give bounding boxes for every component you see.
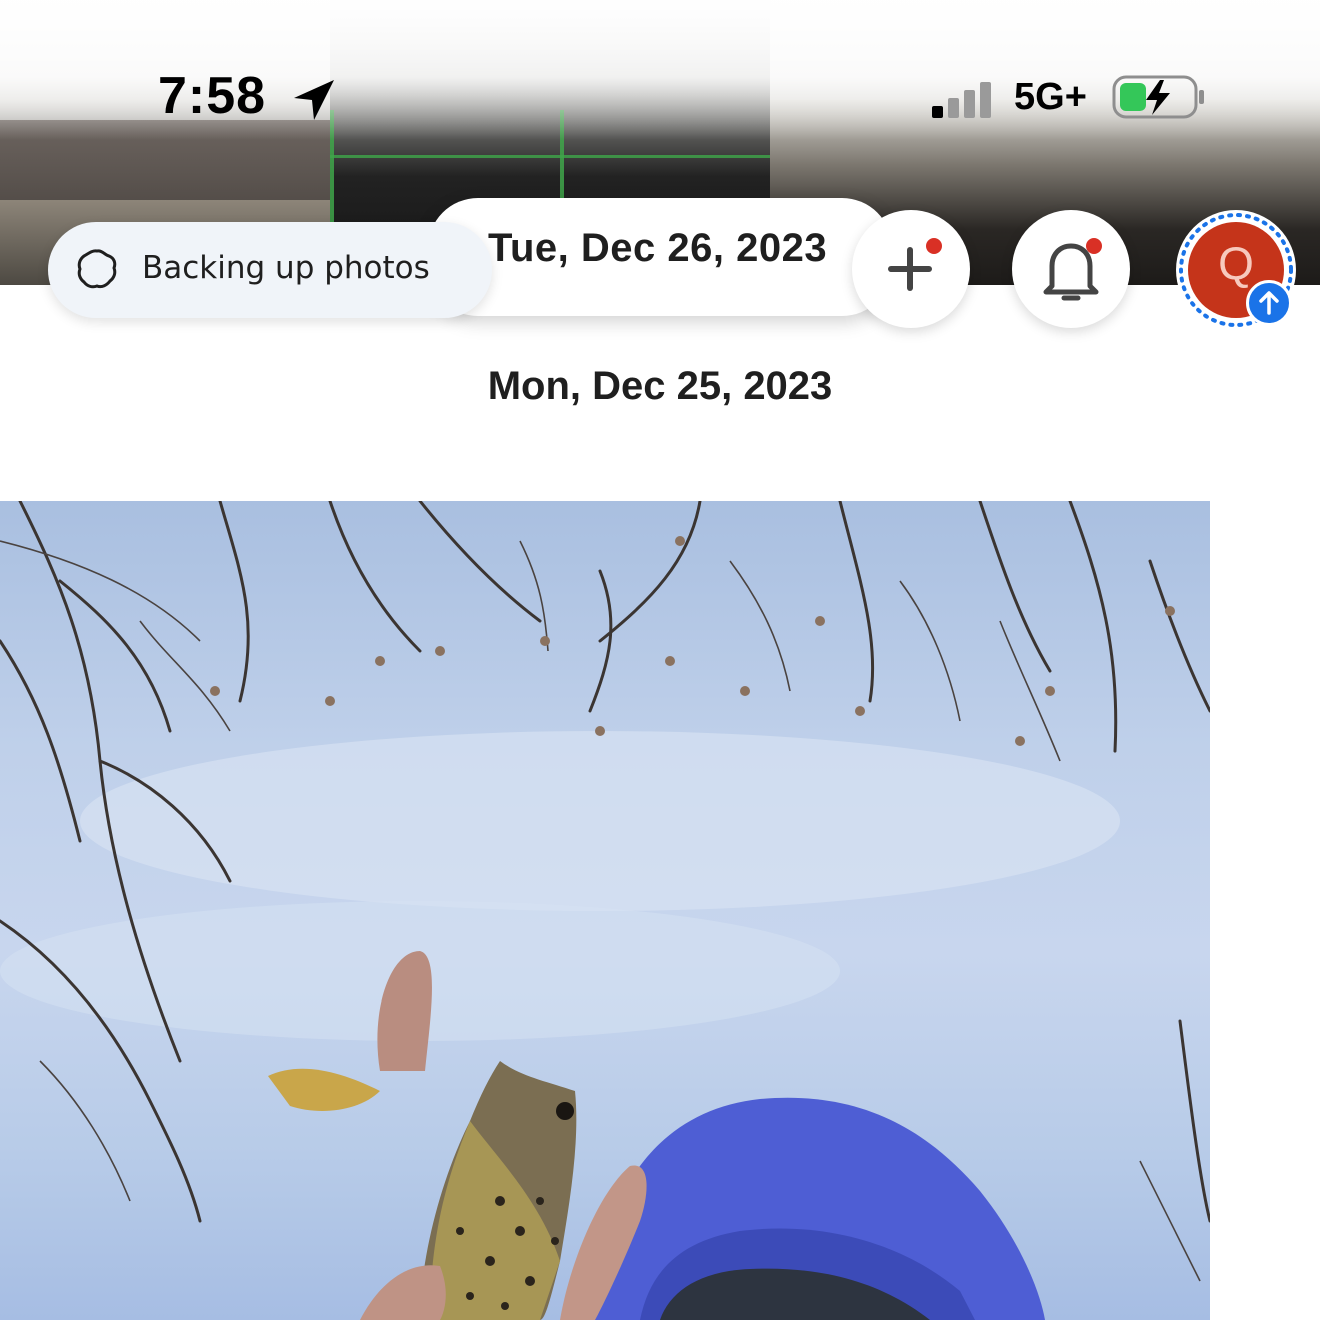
notification-dot bbox=[926, 238, 942, 254]
photo-region bbox=[330, 155, 770, 158]
photo-content bbox=[0, 501, 1210, 1320]
section-date-header: Mon, Dec 25, 2023 bbox=[487, 364, 833, 408]
cellular-signal-icon bbox=[932, 82, 991, 118]
battery-charging-icon bbox=[1112, 75, 1204, 119]
location-arrow-icon bbox=[294, 80, 334, 120]
backup-status-text: Backing up photos bbox=[142, 250, 430, 286]
photo-thumbnail[interactable] bbox=[0, 501, 1210, 1320]
notification-dot bbox=[1086, 238, 1102, 254]
create-button[interactable] bbox=[852, 210, 970, 328]
upload-badge bbox=[1246, 280, 1292, 326]
plus-icon bbox=[888, 247, 932, 291]
status-time: 7:58 bbox=[158, 67, 267, 125]
notifications-button[interactable] bbox=[1012, 210, 1130, 328]
upload-arrow-icon bbox=[1259, 291, 1279, 315]
bell-icon bbox=[1043, 243, 1099, 301]
network-type: 5G+ bbox=[1014, 76, 1087, 118]
current-date-label: Tue, Dec 26, 2023 bbox=[488, 226, 828, 270]
backup-progress-icon bbox=[77, 249, 117, 289]
